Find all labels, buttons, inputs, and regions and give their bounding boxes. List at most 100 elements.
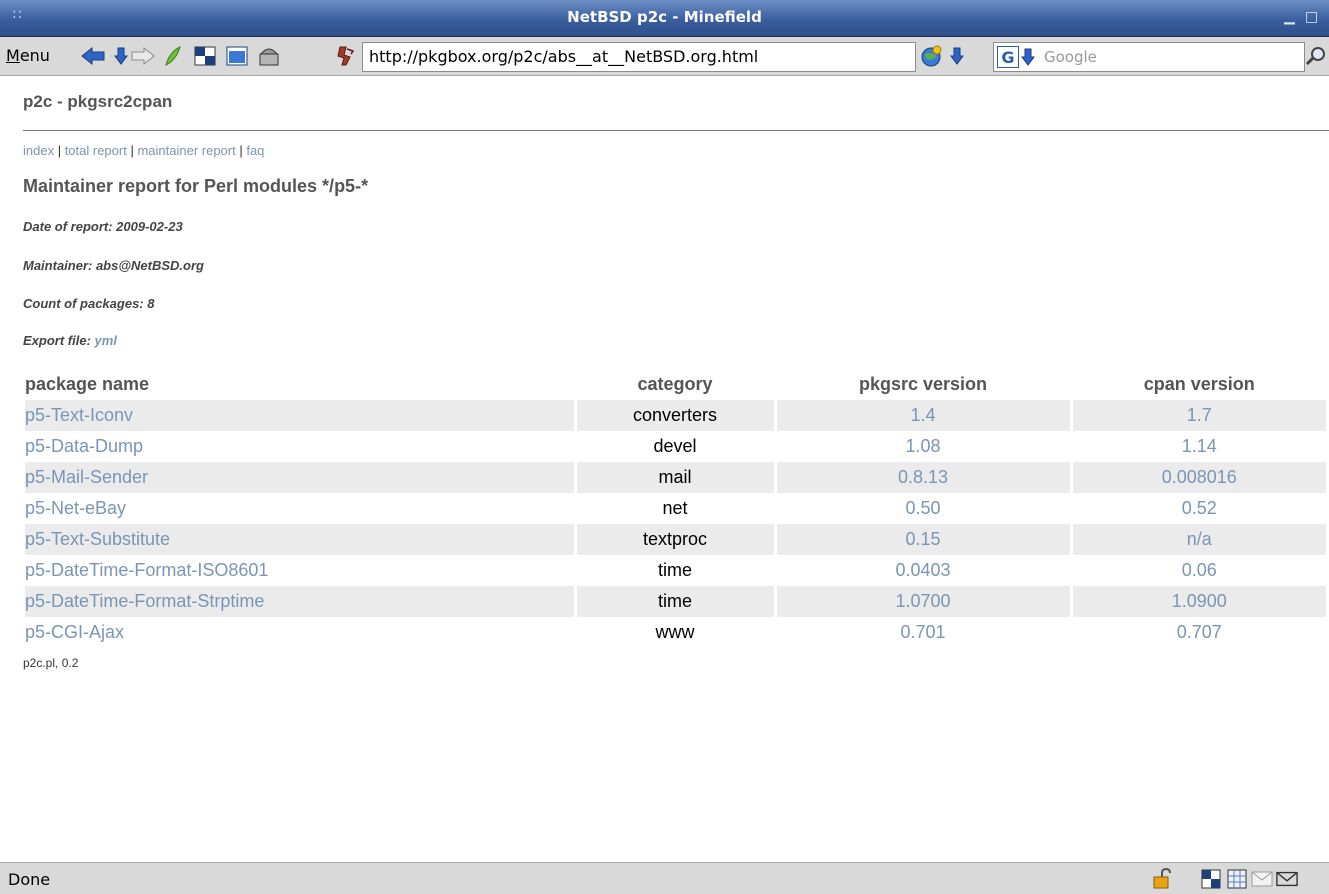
report-date: Date of report: 2009-02-23 <box>23 219 183 234</box>
pkgsrc-version-link[interactable]: 0.15 <box>775 524 1073 555</box>
report-title: Maintainer report for Perl modules */p5-… <box>23 176 369 196</box>
stop-button[interactable] <box>192 43 218 69</box>
search-engine-dropdown-icon[interactable] <box>1021 48 1035 66</box>
url-bar[interactable] <box>362 42 916 72</box>
window-titlebar[interactable]: :: NetBSD p2c - Minefield ▁ □ <box>0 0 1329 37</box>
nav-link-total-report[interactable]: total report <box>65 143 127 158</box>
cpan-version-link[interactable]: 1.0900 <box>1071 586 1329 617</box>
checker-icon <box>1201 869 1221 889</box>
pkgsrc-version-link[interactable]: 1.08 <box>775 431 1073 462</box>
table-row: p5-Text-Iconv converters 1.4 1.7 <box>25 400 1329 431</box>
globe-icon <box>921 45 942 67</box>
package-category: devel <box>575 431 777 462</box>
pkgsrc-version-link[interactable]: 0.8.13 <box>775 462 1073 493</box>
package-category: www <box>575 617 777 648</box>
envelope-icon <box>1251 871 1273 887</box>
cpan-version-link[interactable]: 0.008016 <box>1071 462 1329 493</box>
package-name-link[interactable]: p5-Mail-Sender <box>25 462 577 493</box>
minimize-button[interactable]: ▁ <box>1284 9 1295 25</box>
cpan-version-link[interactable]: 0.52 <box>1071 493 1329 524</box>
search-bar[interactable]: G <box>993 42 1305 72</box>
checker-status-icon[interactable] <box>1200 868 1222 890</box>
mail-status-icon[interactable] <box>1251 868 1273 890</box>
report-maintainer: Maintainer: abs@NetBSD.org <box>23 258 204 273</box>
security-lock-icon[interactable] <box>1152 868 1174 890</box>
package-category: converters <box>575 400 777 431</box>
cpan-version-link[interactable]: 0.707 <box>1071 617 1329 648</box>
report-export: Export file: yml <box>23 333 117 348</box>
down-arrow-icon <box>950 47 964 65</box>
site-favicon-icon <box>337 46 355 66</box>
forward-arrow-icon <box>131 46 155 66</box>
url-input[interactable] <box>363 43 909 69</box>
header-divider <box>23 130 1329 131</box>
nav-link-index[interactable]: index <box>23 143 54 158</box>
padlock-icon <box>1153 868 1171 889</box>
site-nav: index | total report | maintainer report… <box>23 143 264 158</box>
nav-link-maintainer-report[interactable]: maintainer report <box>137 143 235 158</box>
table-row: p5-DateTime-Format-ISO8601 time 0.0403 0… <box>25 555 1329 586</box>
table-row: p5-DateTime-Format-Strptime time 1.0700 … <box>25 586 1329 617</box>
package-name-link[interactable]: p5-Data-Dump <box>25 431 577 462</box>
cpan-version-link[interactable]: 1.14 <box>1071 431 1329 462</box>
cpan-version-link[interactable]: 0.06 <box>1071 555 1329 586</box>
site-identity-button[interactable] <box>332 43 358 69</box>
package-category: textproc <box>575 524 777 555</box>
nav-link-faq[interactable]: faq <box>246 143 264 158</box>
cpan-version-link[interactable]: n/a <box>1071 524 1329 555</box>
search-button[interactable] <box>1303 43 1329 69</box>
nav-separator: | <box>54 143 65 158</box>
package-category: net <box>575 493 777 524</box>
reload-button[interactable] <box>160 43 186 69</box>
url-dropdown-button[interactable] <box>944 43 970 69</box>
pkgsrc-version-link[interactable]: 1.0700 <box>775 586 1073 617</box>
down-arrow-icon <box>114 47 128 65</box>
status-text: Done <box>8 870 51 889</box>
package-name-link[interactable]: p5-Text-Iconv <box>25 400 577 431</box>
menu-button[interactable]: Menu <box>6 46 50 65</box>
page-footer: p2c.pl, 0.2 <box>23 656 79 670</box>
compose-status-icon[interactable] <box>1276 868 1298 890</box>
page-content: p2c - pkgsrc2cpan index | total report |… <box>0 76 1329 862</box>
table-row: p5-Mail-Sender mail 0.8.13 0.008016 <box>25 462 1329 493</box>
pkgsrc-version-link[interactable]: 1.4 <box>775 400 1073 431</box>
back-button[interactable] <box>80 43 106 69</box>
package-name-link[interactable]: p5-CGI-Ajax <box>25 617 577 648</box>
window-title: NetBSD p2c - Minefield <box>567 8 762 26</box>
package-category: mail <box>575 462 777 493</box>
export-yml-link[interactable]: yml <box>95 333 117 348</box>
report-package-count: Count of packages: 8 <box>23 296 155 311</box>
table-row: p5-Data-Dump devel 1.08 1.14 <box>25 431 1329 462</box>
pkgsrc-version-link[interactable]: 0.50 <box>775 493 1073 524</box>
package-name-link[interactable]: p5-Net-eBay <box>25 493 577 524</box>
maximize-button[interactable]: □ <box>1305 9 1318 25</box>
briefcase-icon <box>259 48 279 66</box>
status-bar: Done <box>0 862 1329 894</box>
envelope-icon <box>1276 871 1298 887</box>
go-button[interactable] <box>918 43 944 69</box>
package-category: time <box>575 555 777 586</box>
package-name-link[interactable]: p5-DateTime-Format-ISO8601 <box>25 555 577 586</box>
packages-table: package name category pkgsrc version cpa… <box>25 368 1329 648</box>
forward-button[interactable] <box>130 43 156 69</box>
table-row: p5-Net-eBay net 0.50 0.52 <box>25 493 1329 524</box>
table-row: p5-Text-Substitute textproc 0.15 n/a <box>25 524 1329 555</box>
leaf-icon <box>165 46 181 66</box>
table-header-row: package name category pkgsrc version cpa… <box>25 368 1328 400</box>
search-engine-icon[interactable]: G <box>997 46 1019 68</box>
window-frame-icon <box>226 46 248 66</box>
pkgsrc-version-link[interactable]: 0.0403 <box>775 555 1073 586</box>
grid-status-icon[interactable] <box>1226 868 1248 890</box>
nav-separator: | <box>235 143 247 158</box>
package-category: time <box>575 586 777 617</box>
package-name-link[interactable]: p5-DateTime-Format-Strptime <box>25 586 577 617</box>
search-input[interactable] <box>1042 44 1296 70</box>
cpan-version-link[interactable]: 1.7 <box>1071 400 1329 431</box>
checker-icon <box>194 46 216 66</box>
home-button[interactable] <box>224 43 250 69</box>
nav-separator: | <box>126 143 138 158</box>
pkgsrc-version-link[interactable]: 0.701 <box>775 617 1073 648</box>
package-name-link[interactable]: p5-Text-Substitute <box>25 524 577 555</box>
column-header-pkgsrc-version: pkgsrc version <box>858 373 988 394</box>
bookmark-button[interactable] <box>256 43 282 69</box>
